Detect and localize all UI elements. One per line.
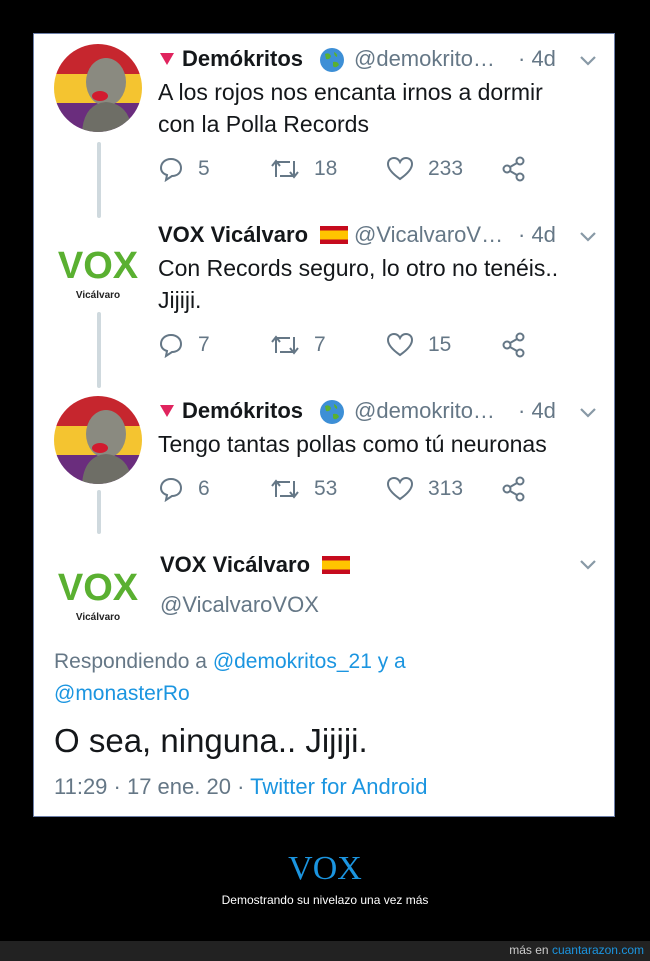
reply-icon — [159, 477, 183, 502]
footer-text: más en cuantarazon.com — [509, 943, 644, 957]
tweet-thread-card: Demókritos @demokrito… · 4d A los rojos … — [33, 33, 615, 817]
reply-count: 7 — [198, 333, 210, 356]
chevron-down-icon[interactable] — [578, 54, 598, 68]
footer-site-link[interactable]: cuantarazon.com — [552, 943, 644, 957]
reply-button[interactable]: 5 — [158, 154, 210, 184]
tweet-actions: 6 53 313 — [158, 474, 598, 504]
reply-button[interactable]: 7 — [158, 330, 210, 360]
avatar[interactable]: VOX Vicálvaro — [54, 220, 142, 308]
footer-prefix: más en — [509, 943, 549, 957]
retweet-button[interactable]: 53 — [270, 474, 337, 504]
like-count: 313 — [428, 477, 464, 500]
tweet-time[interactable]: · 4d — [518, 46, 556, 72]
thread-line — [97, 490, 101, 534]
replying-to: Respondiendo a @demokritos_21 y a @monas… — [54, 646, 406, 710]
heart-icon — [386, 476, 414, 501]
retweet-icon — [271, 479, 299, 499]
tweet-text: Con Records seguro, lo otro no tenéis.. … — [158, 255, 559, 313]
chevron-down-icon[interactable] — [578, 406, 598, 420]
tweet-actions: 5 18 233 — [158, 154, 598, 184]
caption-title: VOX — [288, 850, 362, 887]
like-button[interactable]: 15 — [386, 330, 451, 360]
vox-logo-word: VOX — [58, 245, 139, 287]
vox-logo-sub: Vicálvaro — [76, 612, 120, 623]
share-button[interactable] — [500, 330, 542, 360]
thread-line — [97, 142, 101, 218]
spain-flag-icon — [322, 556, 350, 574]
share-button[interactable] — [500, 154, 542, 184]
retweet-icon — [271, 335, 299, 355]
vox-logo-word: VOX — [58, 567, 139, 609]
author-name[interactable]: VOX Vicálvaro — [158, 222, 308, 248]
retweet-button[interactable]: 7 — [270, 330, 326, 360]
like-button[interactable]: 313 — [386, 474, 463, 504]
replying-prefix: Respondiendo a — [54, 650, 207, 673]
tweet-text: A los rojos nos encanta irnos a dormir c… — [158, 79, 543, 137]
author-name[interactable]: VOX Vicálvaro — [160, 552, 310, 578]
caption-subtitle: Demostrando su nivelazo una vez más — [221, 893, 429, 907]
avatar[interactable]: VOX Vicálvaro — [54, 542, 142, 630]
replying-and[interactable]: y a — [378, 650, 406, 673]
retweet-count: 53 — [314, 477, 338, 500]
like-count: 15 — [428, 333, 452, 356]
replying-user-link[interactable]: @demokritos_21 — [213, 650, 372, 673]
tweet-meta: 11:29 · 17 ene. 20 · Twitter for Android — [54, 774, 427, 800]
like-count: 233 — [428, 157, 464, 180]
replying-user-link[interactable]: @monasterRo — [54, 682, 190, 705]
share-icon — [502, 156, 525, 182]
globe-icon — [320, 400, 344, 424]
chevron-down-icon[interactable] — [578, 558, 598, 572]
author-handle[interactable]: @demokrito… — [354, 398, 495, 424]
tweet-time[interactable]: · 4d — [518, 398, 556, 424]
chevron-down-icon[interactable] — [578, 230, 598, 244]
red-triangle-icon — [160, 405, 174, 417]
retweet-icon — [271, 159, 299, 179]
share-button[interactable] — [500, 474, 542, 504]
main-tweet-text: O sea, ninguna.. Jijiji. — [54, 722, 368, 759]
reply-icon — [159, 333, 183, 358]
tweet-timestamp[interactable]: 11:29 · 17 ene. 20 · — [54, 774, 244, 799]
retweet-count: 7 — [314, 333, 326, 356]
vox-logo-sub: Vicálvaro — [76, 290, 120, 301]
author-handle[interactable]: @VicalvaroVOX — [160, 592, 319, 618]
thread-line — [97, 312, 101, 388]
retweet-count: 18 — [314, 157, 338, 180]
red-triangle-icon — [160, 53, 174, 65]
reply-count: 6 — [198, 477, 210, 500]
tweet-actions: 7 7 15 — [158, 330, 598, 360]
heart-icon — [386, 156, 414, 181]
tweet-source-link[interactable]: Twitter for Android — [250, 774, 427, 799]
reply-count: 5 — [198, 157, 210, 180]
share-icon — [502, 476, 525, 502]
footer-bar: más en cuantarazon.com — [0, 941, 650, 961]
avatar[interactable] — [54, 44, 142, 132]
spain-flag-icon — [320, 226, 348, 244]
heart-icon — [386, 332, 414, 357]
author-name[interactable]: Demókritos — [158, 398, 303, 424]
like-button[interactable]: 233 — [386, 154, 463, 184]
author-handle[interactable]: @demokrito… — [354, 46, 495, 72]
share-icon — [502, 332, 525, 358]
author-name[interactable]: Demókritos — [158, 46, 303, 72]
author-handle[interactable]: @VicalvaroV… — [354, 222, 503, 248]
retweet-button[interactable]: 18 — [270, 154, 337, 184]
reply-icon — [159, 157, 183, 182]
tweet-text: Tengo tantas pollas como tú neuronas — [158, 431, 547, 457]
tweet-time[interactable]: · 4d — [518, 222, 556, 248]
reply-button[interactable]: 6 — [158, 474, 210, 504]
globe-icon — [320, 48, 344, 72]
avatar[interactable] — [54, 396, 142, 484]
